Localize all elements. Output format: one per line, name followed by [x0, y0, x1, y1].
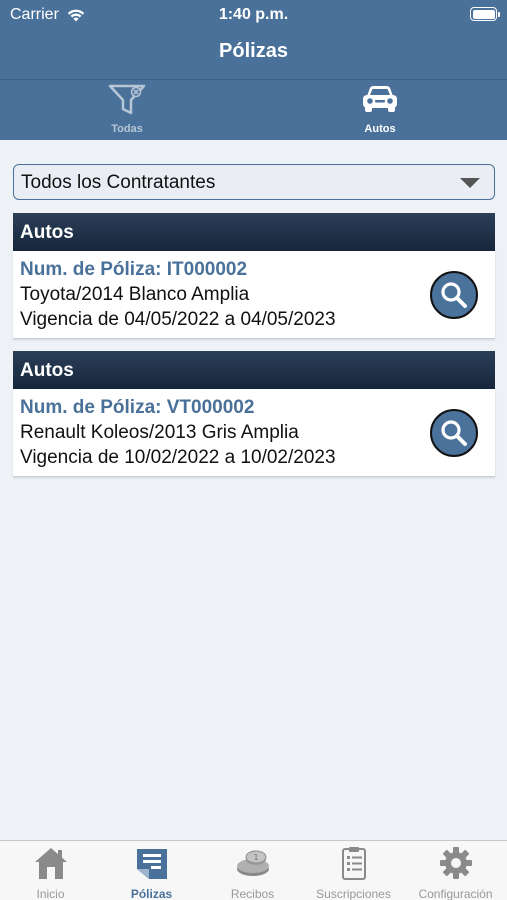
policies-icon: [136, 849, 167, 879]
policy-details[interactable]: Num. de Póliza: IT000002 Toyota/2014 Bla…: [13, 251, 495, 339]
home-icon: [34, 848, 67, 879]
tabbar-item-inicio[interactable]: Inicio: [0, 845, 101, 900]
tabbar-label: Suscripciones: [316, 887, 391, 900]
car-icon: [363, 86, 397, 112]
policy-vehicle: Renault Koleos/2013 Gris Amplia: [20, 422, 299, 443]
tabbar-label: Inicio: [36, 887, 65, 900]
policy-category-header: Autos: [13, 213, 495, 251]
policy-card: Autos Num. de Póliza: VT000002 Renault K…: [13, 351, 495, 477]
app-header: Carrier 1:40 p.m. Pólizas Todas Autos: [0, 0, 507, 140]
policy-validity: Vigencia de 04/05/2022 a 04/05/2023: [20, 309, 336, 330]
view-policy-button[interactable]: [430, 409, 478, 457]
tab-autos[interactable]: Autos: [320, 83, 440, 139]
filter-icon: [108, 84, 146, 115]
clock: 1:40 p.m.: [218, 6, 289, 23]
policy-validity: Vigencia de 10/02/2022 a 10/02/2023: [20, 447, 336, 468]
tab-autos-label: Autos: [364, 123, 396, 135]
contractor-select-value: Todos los Contratantes: [21, 172, 216, 193]
receipts-icon: 1: [236, 850, 269, 876]
search-icon: [441, 282, 467, 308]
svg-text:1: 1: [253, 853, 258, 862]
policy-category-header: Autos: [13, 351, 495, 389]
tabbar-label: Pólizas: [130, 887, 173, 900]
tabbar-label: Configuración: [418, 887, 493, 900]
contractor-select[interactable]: Todos los Contratantes: [13, 164, 495, 200]
status-bar: Carrier 1:40 p.m.: [0, 0, 507, 30]
policy-number: Num. de Póliza: IT000002: [20, 259, 248, 280]
policy-details[interactable]: Num. de Póliza: VT000002 Renault Koleos/…: [13, 389, 495, 477]
chevron-down-icon: [460, 178, 480, 188]
policy-vehicle: Toyota/2014 Blanco Amplia: [20, 284, 250, 305]
tab-todas-label: Todas: [111, 123, 143, 135]
tabbar-item-polizas[interactable]: Pólizas: [101, 845, 202, 900]
tabbar-item-configuracion[interactable]: Configuración: [404, 845, 507, 900]
policy-number: Num. de Póliza: VT000002: [20, 397, 255, 418]
page-title: Pólizas: [219, 40, 288, 62]
search-icon: [441, 420, 467, 446]
subscriptions-icon: [341, 847, 366, 880]
battery-icon: [470, 7, 500, 21]
tabbar-item-recibos[interactable]: 1 Recibos: [202, 845, 303, 900]
settings-icon: [439, 847, 472, 879]
tabbar-label: Recibos: [230, 887, 275, 900]
tab-todas[interactable]: Todas: [67, 83, 187, 139]
bottom-tab-bar: Inicio Pólizas 1 Recibos Suscripciones C…: [0, 840, 507, 900]
header-divider: [0, 79, 507, 80]
view-policy-button[interactable]: [430, 271, 478, 319]
tabbar-item-suscripciones[interactable]: Suscripciones: [303, 845, 404, 900]
policy-card: Autos Num. de Póliza: IT000002 Toyota/20…: [13, 213, 495, 339]
